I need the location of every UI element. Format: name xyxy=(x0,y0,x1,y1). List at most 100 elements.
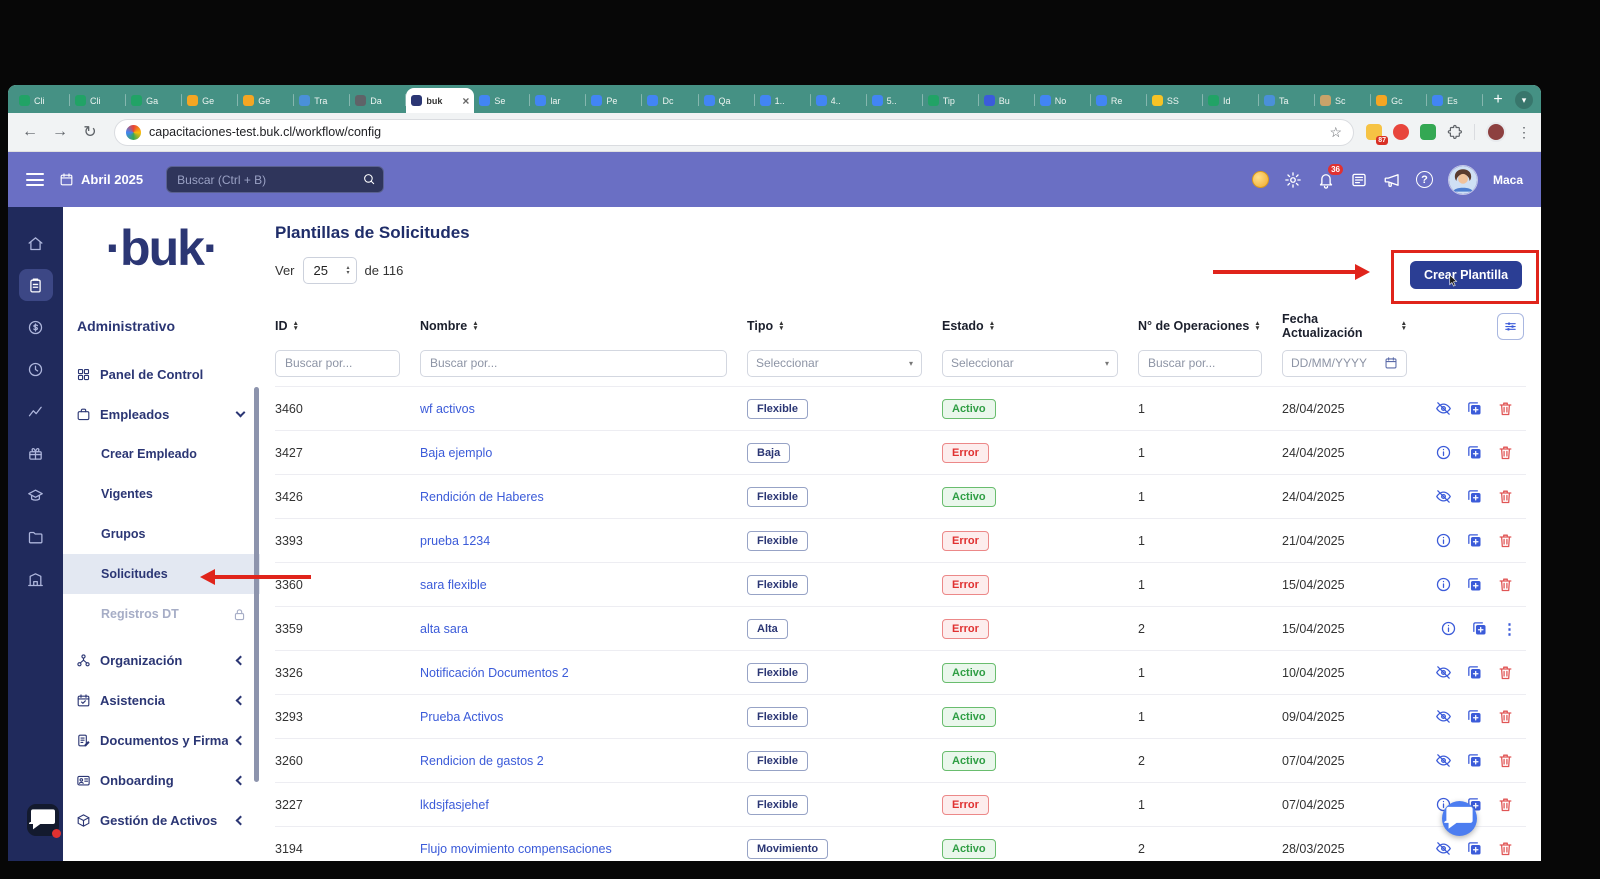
page-size-select[interactable]: 25 ▴▾ xyxy=(303,257,357,284)
browser-menu-icon[interactable]: ⋮ xyxy=(1517,124,1531,141)
sort-icon[interactable]: ▲▼ xyxy=(778,321,784,332)
browser-tab[interactable]: Es xyxy=(1427,88,1483,113)
browser-tab[interactable]: Gc xyxy=(1371,88,1427,113)
sort-icon[interactable]: ▲▼ xyxy=(989,321,995,332)
sidebar-item-panel-de-control[interactable]: Panel de Control xyxy=(63,354,260,394)
template-name-link[interactable]: Notificación Documentos 2 xyxy=(420,666,569,680)
create-template-button[interactable]: Crear Plantilla xyxy=(1410,261,1522,289)
sidebar-item-crear-empleado[interactable]: Crear Empleado xyxy=(63,434,260,474)
trash-icon[interactable] xyxy=(1497,576,1514,593)
user-avatar[interactable] xyxy=(1448,165,1478,195)
sidebar-item-gesti-n-de-activos[interactable]: Gestión de Activos xyxy=(63,800,260,840)
filter-operaciones-input[interactable] xyxy=(1138,350,1262,377)
trash-icon[interactable] xyxy=(1497,488,1514,505)
info-icon[interactable] xyxy=(1435,532,1452,549)
sidebar-item-onboarding[interactable]: Onboarding xyxy=(63,760,260,800)
filter-id-input[interactable] xyxy=(275,350,400,377)
chat-widget-blue[interactable] xyxy=(1442,801,1477,836)
trash-icon[interactable] xyxy=(1497,796,1514,813)
dup-icon[interactable] xyxy=(1471,620,1488,637)
browser-tab[interactable]: Da xyxy=(350,88,406,113)
sort-icon[interactable]: ▲▼ xyxy=(1401,321,1407,332)
trash-icon[interactable] xyxy=(1497,752,1514,769)
browser-tab[interactable]: Re xyxy=(1091,88,1147,113)
bookmark-star-icon[interactable]: ☆ xyxy=(1329,124,1342,141)
extension-icon-2[interactable] xyxy=(1393,124,1409,140)
filter-tipo-select[interactable]: Seleccionar▾ xyxy=(747,350,922,377)
template-name-link[interactable]: Baja ejemplo xyxy=(420,446,492,460)
trash-icon[interactable] xyxy=(1497,532,1514,549)
dup-icon[interactable] xyxy=(1466,752,1483,769)
coins-icon[interactable] xyxy=(1252,171,1269,188)
dup-icon[interactable] xyxy=(1466,708,1483,725)
browser-tab[interactable]: lar xyxy=(530,88,586,113)
browser-tab[interactable]: Pe xyxy=(586,88,642,113)
dup-icon[interactable] xyxy=(1466,400,1483,417)
template-name-link[interactable]: Prueba Activos xyxy=(420,710,503,724)
dup-icon[interactable] xyxy=(1466,840,1483,857)
sort-icon[interactable]: ▲▼ xyxy=(1254,321,1260,332)
trash-icon[interactable] xyxy=(1497,840,1514,857)
column-header-nombre[interactable]: Nombre▲▼ xyxy=(420,319,747,333)
filter-fecha-input[interactable]: DD/MM/YYYY xyxy=(1282,350,1407,377)
browser-tab-active[interactable]: buk× xyxy=(406,88,474,113)
browser-tab[interactable]: Dc xyxy=(642,88,698,113)
sidebar-item-asistencia[interactable]: Asistencia xyxy=(63,680,260,720)
eyeoff-icon[interactable] xyxy=(1435,752,1452,769)
rail-talent-icon[interactable] xyxy=(19,479,53,511)
trash-icon[interactable] xyxy=(1497,664,1514,681)
rail-company-icon[interactable] xyxy=(19,563,53,595)
eyeoff-icon[interactable] xyxy=(1435,840,1452,857)
announcements-icon[interactable] xyxy=(1383,171,1401,189)
browser-tab[interactable]: Cli xyxy=(14,88,70,113)
info-icon[interactable] xyxy=(1440,620,1457,637)
period-selector[interactable]: Abril 2025 xyxy=(59,172,143,187)
template-name-link[interactable]: lkdsjfasjehef xyxy=(420,798,489,812)
column-header-estado[interactable]: Estado▲▼ xyxy=(942,319,1138,333)
template-name-link[interactable]: Flujo movimiento compensaciones xyxy=(420,842,612,856)
template-name-link[interactable]: Rendición de Haberes xyxy=(420,490,544,504)
dup-icon[interactable] xyxy=(1466,444,1483,461)
sidebar-item-solicitudes[interactable]: Solicitudes xyxy=(63,554,260,594)
rail-time-icon[interactable] xyxy=(19,353,53,385)
browser-tab[interactable]: Bu xyxy=(979,88,1035,113)
tab-search-caret-icon[interactable]: ▾ xyxy=(1515,91,1533,109)
browser-tab[interactable]: SS xyxy=(1147,88,1203,113)
browser-tab[interactable]: 4.. xyxy=(811,88,867,113)
template-name-link[interactable]: sara flexible xyxy=(420,578,487,592)
rail-home-icon[interactable] xyxy=(19,227,53,259)
browser-tab[interactable]: Tra xyxy=(294,88,350,113)
browser-profile-avatar[interactable] xyxy=(1486,122,1506,142)
settings-gear-icon[interactable] xyxy=(1284,171,1302,189)
column-header-n-de-operaciones[interactable]: N° de Operaciones▲▼ xyxy=(1138,319,1282,333)
notifications-bell-icon[interactable]: 36 xyxy=(1317,171,1335,189)
browser-tab[interactable]: 1.. xyxy=(755,88,811,113)
filter-nombre-input[interactable] xyxy=(420,350,727,377)
info-icon[interactable] xyxy=(1435,576,1452,593)
browser-tab[interactable]: Qa xyxy=(699,88,755,113)
browser-tab[interactable]: Sc xyxy=(1315,88,1371,113)
browser-tab[interactable]: Se xyxy=(474,88,530,113)
browser-tab[interactable]: Id xyxy=(1203,88,1259,113)
dup-icon[interactable] xyxy=(1466,664,1483,681)
browser-tab[interactable]: No xyxy=(1035,88,1091,113)
rail-reports-icon[interactable] xyxy=(19,395,53,427)
browser-tab[interactable]: Ge xyxy=(182,88,238,113)
column-header-fecha-actualizaci-n[interactable]: Fecha Actualización▲▼ xyxy=(1282,312,1417,341)
back-button[interactable]: ← xyxy=(18,123,42,141)
eyeoff-icon[interactable] xyxy=(1435,488,1452,505)
table-settings-button[interactable] xyxy=(1497,313,1524,340)
news-icon[interactable] xyxy=(1350,171,1368,189)
browser-tab[interactable]: Tip xyxy=(923,88,979,113)
sidebar-item-organizaci-n[interactable]: Organización xyxy=(63,640,260,680)
sidebar-item-empleados[interactable]: Empleados xyxy=(63,394,260,434)
dup-icon[interactable] xyxy=(1466,532,1483,549)
sort-icon[interactable]: ▲▼ xyxy=(472,321,478,332)
extensions-puzzle-icon[interactable] xyxy=(1447,124,1463,140)
template-name-link[interactable]: alta sara xyxy=(420,622,468,636)
rail-requests-icon[interactable] xyxy=(19,269,53,301)
eyeoff-icon[interactable] xyxy=(1435,664,1452,681)
forward-button[interactable]: → xyxy=(48,123,72,141)
trash-icon[interactable] xyxy=(1497,708,1514,725)
dup-icon[interactable] xyxy=(1466,576,1483,593)
